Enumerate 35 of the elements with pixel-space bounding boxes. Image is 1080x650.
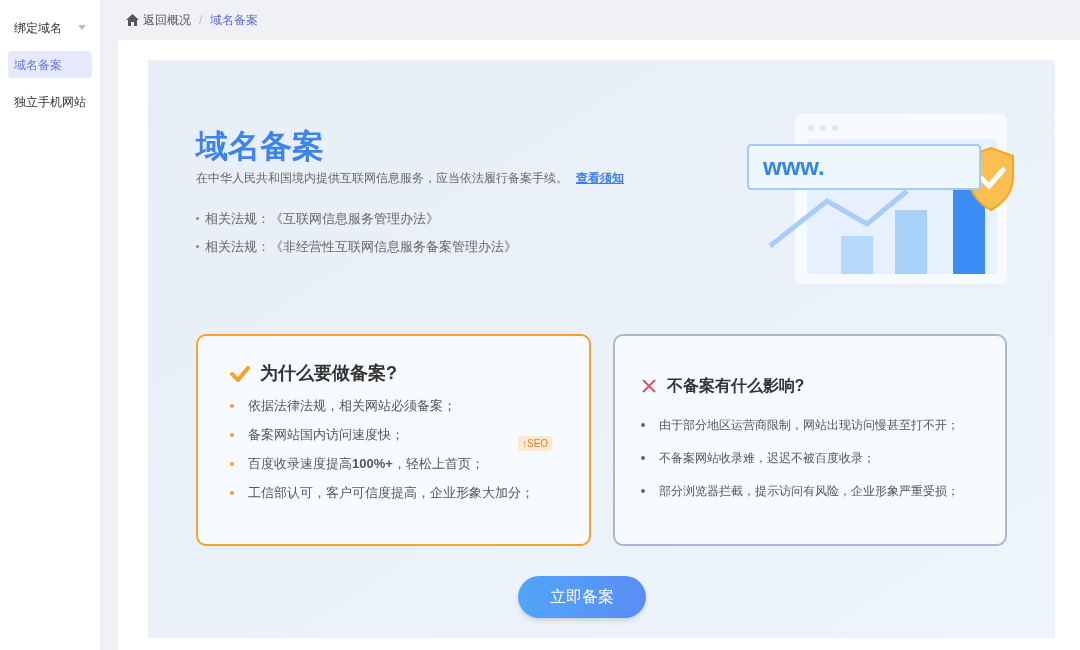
bullet-icon	[230, 404, 234, 408]
bullet-icon	[640, 456, 645, 460]
breadcrumb-separator: /	[199, 12, 203, 29]
bullet-icon	[230, 433, 234, 437]
bullet-icon	[196, 217, 199, 221]
description: 在中华人民共和国境内提供互联网信息服务，应当依法履行备案手续。	[196, 170, 568, 187]
cross-icon	[640, 378, 657, 394]
breadcrumb-current: 域名备案	[210, 12, 259, 29]
chart-bar	[841, 236, 873, 274]
home-icon	[126, 14, 139, 26]
card-item: 部分浏览器拦截，提示访问有风险，企业形象严重受损；	[658, 483, 959, 500]
bullet-icon	[230, 462, 234, 466]
card-title: 为什么要做备案?	[260, 362, 397, 385]
law-reference: 相关法规：《非经营性互联网信息服务备案管理办法》	[205, 237, 517, 256]
chart-bar	[895, 210, 927, 274]
bullet-icon	[640, 423, 645, 427]
card-item: 不备案网站收录难，迟迟不被百度收录；	[658, 450, 875, 467]
bullet-icon	[230, 491, 234, 495]
card-item: 百度收录速度提高100%+，轻松上首页；	[248, 455, 484, 474]
page-title: 域名备案	[196, 127, 325, 166]
back-link[interactable]: 返回概况	[143, 11, 191, 29]
sidebar-item[interactable]: 绑定域名	[8, 14, 92, 41]
bullet-icon	[640, 489, 645, 493]
seo-tag: ↑SEO	[518, 436, 553, 451]
card-title: 不备案有什么影响?	[666, 376, 805, 396]
bullet-icon	[196, 244, 199, 248]
card-item: 依据法律法规，相关网站必须备案；	[248, 397, 456, 416]
card-item: 工信部认可，客户可信度提高，企业形象大加分；	[248, 484, 534, 503]
card-item: 由于部分地区运营商限制，网站出现访问慢甚至打不开；	[658, 417, 959, 434]
sidebar-item[interactable]: 独立手机网站	[8, 88, 92, 115]
url-bar: www.	[747, 144, 981, 190]
sidebar-item[interactable]: 域名备案	[8, 51, 92, 78]
law-reference: 相关法规：《互联网信息服务管理办法》	[205, 210, 439, 228]
card-item: 备案网站国内访问速度快；	[248, 426, 404, 445]
check-icon	[230, 365, 250, 382]
